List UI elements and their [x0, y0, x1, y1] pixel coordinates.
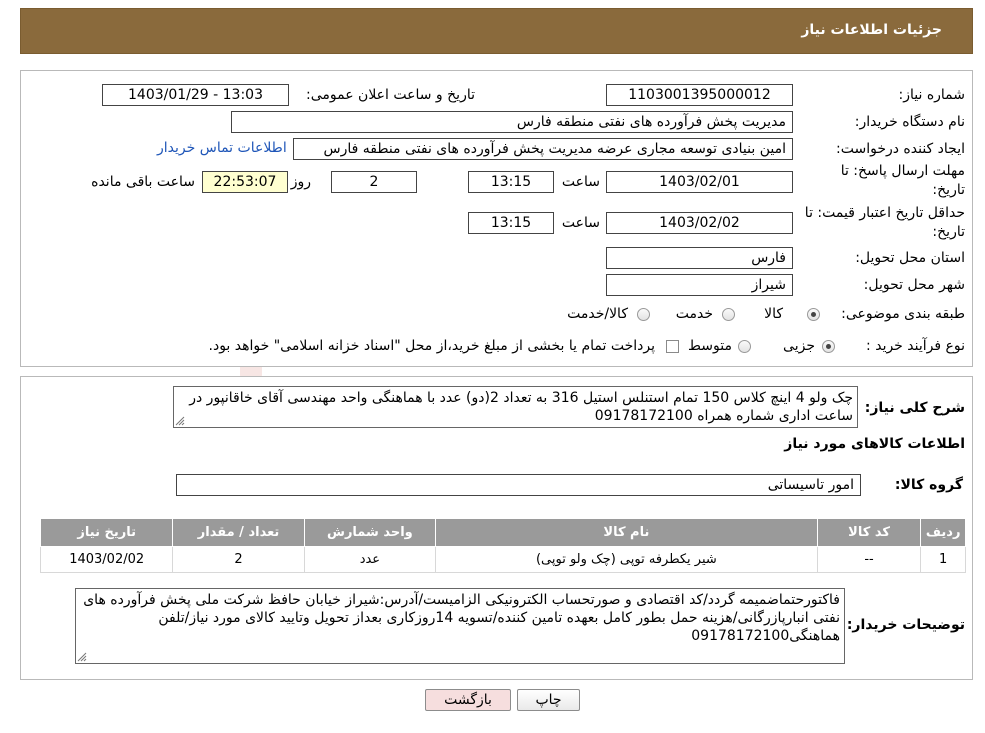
- description-resize-icon[interactable]: [175, 416, 185, 426]
- purchase-type-label: نوع فرآیند خرید :: [866, 338, 965, 354]
- print-button[interactable]: چاپ: [517, 689, 580, 711]
- cell-name: شیر یکطرفه توپی (چک ولو توپی): [435, 546, 818, 573]
- goods-group-label: گروه کالا:: [894, 477, 963, 493]
- buyer-contact-link[interactable]: اطلاعات تماس خریدار: [157, 140, 287, 156]
- requester-field: امین بنیادی توسعه مجاری عرضه مدیریت پخش …: [293, 138, 793, 160]
- back-button[interactable]: بازگشت: [425, 689, 511, 711]
- column-header-quantity: تعداد / مقدار: [172, 518, 305, 547]
- category-label: طبقه بندی موضوعی:: [841, 306, 965, 322]
- reply-deadline-time-field: 13:15: [468, 171, 554, 193]
- cell-quantity: 2: [172, 546, 305, 573]
- category-radio-goods-service[interactable]: [637, 308, 650, 321]
- city-field: شیراز: [606, 274, 793, 296]
- cell-unit: عدد: [303, 546, 437, 573]
- reply-deadline-label: مهلت ارسال پاسخ: تا: [840, 163, 965, 179]
- province-label: استان محل تحویل:: [855, 250, 965, 266]
- price-validity-label: حداقل تاریخ اعتبار قیمت: تا: [804, 205, 965, 221]
- buyer-notes-resize-icon[interactable]: [77, 652, 87, 662]
- description-label: شرح کلی نیاز:: [864, 400, 965, 416]
- goods-table-header: ردیف کد کالا نام کالا واحد شمارش تعداد /…: [39, 518, 966, 547]
- requester-label: ایجاد کننده درخواست:: [836, 141, 965, 157]
- announce-date-label: تاریخ و ساعت اعلان عمومی:: [306, 87, 475, 103]
- price-validity-time-field: 13:15: [468, 212, 554, 234]
- category-option-goods-service: کالا/خدمت: [567, 306, 628, 322]
- purchase-type-option-medium: متوسط: [688, 338, 732, 354]
- goods-table: ردیف کد کالا نام کالا واحد شمارش تعداد /…: [39, 518, 966, 573]
- cell-row: 1: [920, 546, 966, 573]
- column-header-code: کد کالا: [816, 518, 922, 547]
- purchase-type-radio-minor[interactable]: [822, 340, 835, 353]
- page-header: جزئیات اطلاعات نیاز: [20, 8, 973, 54]
- city-label: شهر محل تحویل:: [863, 277, 965, 293]
- reply-deadline-label-date: تاریخ:: [932, 182, 965, 198]
- reply-days-field: 2: [331, 171, 417, 193]
- column-header-need-date: تاریخ نیاز: [39, 518, 174, 547]
- need-number-label: شماره نیاز:: [898, 87, 966, 103]
- announce-date-field: 1403/01/29 - 13:03: [102, 84, 289, 106]
- need-number-field: 1103001395000012: [606, 84, 793, 106]
- price-validity-time-label: ساعت: [561, 215, 600, 231]
- reply-deadline-time-label: ساعت: [561, 174, 600, 190]
- goods-group-field: امور تاسیساتی: [176, 474, 861, 496]
- category-option-service: خدمت: [675, 306, 713, 322]
- column-header-unit: واحد شمارش: [303, 518, 437, 547]
- cell-need-date: 1403/02/02: [39, 546, 174, 573]
- cell-code: --: [816, 546, 922, 573]
- description-textarea: چک ولو 4 اینچ کلاس 150 تمام استنلس استیل…: [173, 386, 858, 428]
- treasury-docs-checkbox[interactable]: [666, 340, 679, 353]
- remaining-time-label: ساعت باقی مانده: [91, 174, 195, 190]
- province-field: فارس: [606, 247, 793, 269]
- reply-deadline-date-field: 1403/02/01: [606, 171, 793, 193]
- purchase-type-radio-medium[interactable]: [738, 340, 751, 353]
- price-validity-label-date: تاریخ:: [932, 224, 965, 240]
- buyer-org-field: مدیریت پخش فرآورده های نفتی منطقه فارس: [231, 111, 793, 133]
- purchase-type-option-minor: جزیی: [783, 338, 815, 354]
- table-row: 1 -- شیر یکطرفه توپی (چک ولو توپی) عدد 2…: [39, 546, 966, 573]
- column-header-row: ردیف: [920, 518, 966, 547]
- column-header-name: نام کالا: [435, 518, 818, 547]
- remaining-time-field: 22:53:07: [202, 171, 288, 193]
- page-title: جزئیات اطلاعات نیاز: [801, 22, 942, 38]
- category-radio-goods[interactable]: [807, 308, 820, 321]
- buyer-notes-textarea: فاکتورحتماضمیمه گردد/کد اقتصادی و صورتحس…: [75, 588, 845, 664]
- category-option-goods: کالا: [764, 306, 783, 322]
- treasury-docs-note: پرداخت تمام یا بخشی از مبلغ خرید،از محل …: [208, 338, 655, 354]
- price-validity-date-field: 1403/02/02: [606, 212, 793, 234]
- buyer-notes-label: توضیحات خریدار:: [846, 617, 965, 633]
- buyer-org-label: نام دستگاه خریدار:: [854, 114, 965, 130]
- category-radio-service[interactable]: [722, 308, 735, 321]
- goods-section-title: اطلاعات کالاهای مورد نیاز: [784, 436, 965, 452]
